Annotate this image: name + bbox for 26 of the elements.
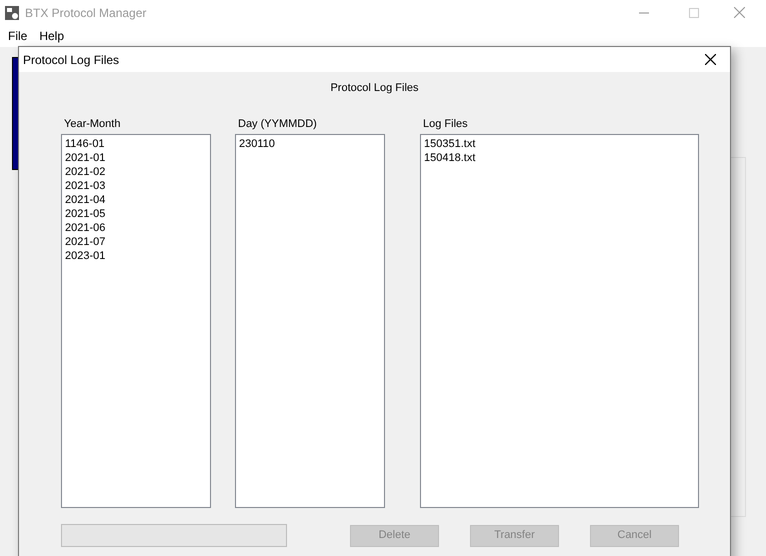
list-item[interactable]: 150418.txt (424, 151, 476, 165)
list-item[interactable]: 2021-06 (65, 221, 106, 235)
list-label: Day (YYMMDD) (238, 116, 318, 132)
close-icon[interactable] (705, 54, 716, 65)
list-item[interactable]: 2021-05 (65, 207, 106, 221)
list-item[interactable]: 2021-02 (65, 165, 106, 179)
list-item[interactable]: 2021-07 (65, 235, 106, 249)
list-item[interactable]: 2021-04 (65, 193, 106, 207)
app-icon (4, 4, 20, 20)
window-title: BTX Protocol Manager (25, 4, 146, 22)
list-item[interactable]: 2021-01 (65, 151, 106, 165)
list-box[interactable]: 150351.txt 150418.txt (420, 134, 699, 508)
dialog-heading: Protocol Log Files (330, 81, 419, 96)
dialog-title: Protocol Log Files (23, 52, 120, 68)
list-item[interactable]: 2021-03 (65, 179, 106, 193)
list-label: Log Files (423, 116, 469, 132)
list-box[interactable]: 230110 (235, 134, 385, 508)
maximize-icon[interactable] (689, 8, 699, 18)
list-item[interactable]: 230110 (239, 137, 275, 151)
menu-item[interactable]: File (2, 27, 34, 45)
list-item[interactable]: 2023-01 (65, 249, 106, 263)
list-box[interactable]: 1146-01 2021-01 2021-02 2021-03 2021-04 2021-05 2021-06 2021-07 2023-01 (61, 134, 211, 508)
list-item[interactable]: 150351.txt (424, 137, 476, 151)
list-label: Year-Month (64, 116, 122, 132)
list-item[interactable]: 1146-01 (65, 137, 105, 151)
menu-item[interactable]: Help (33, 27, 70, 45)
